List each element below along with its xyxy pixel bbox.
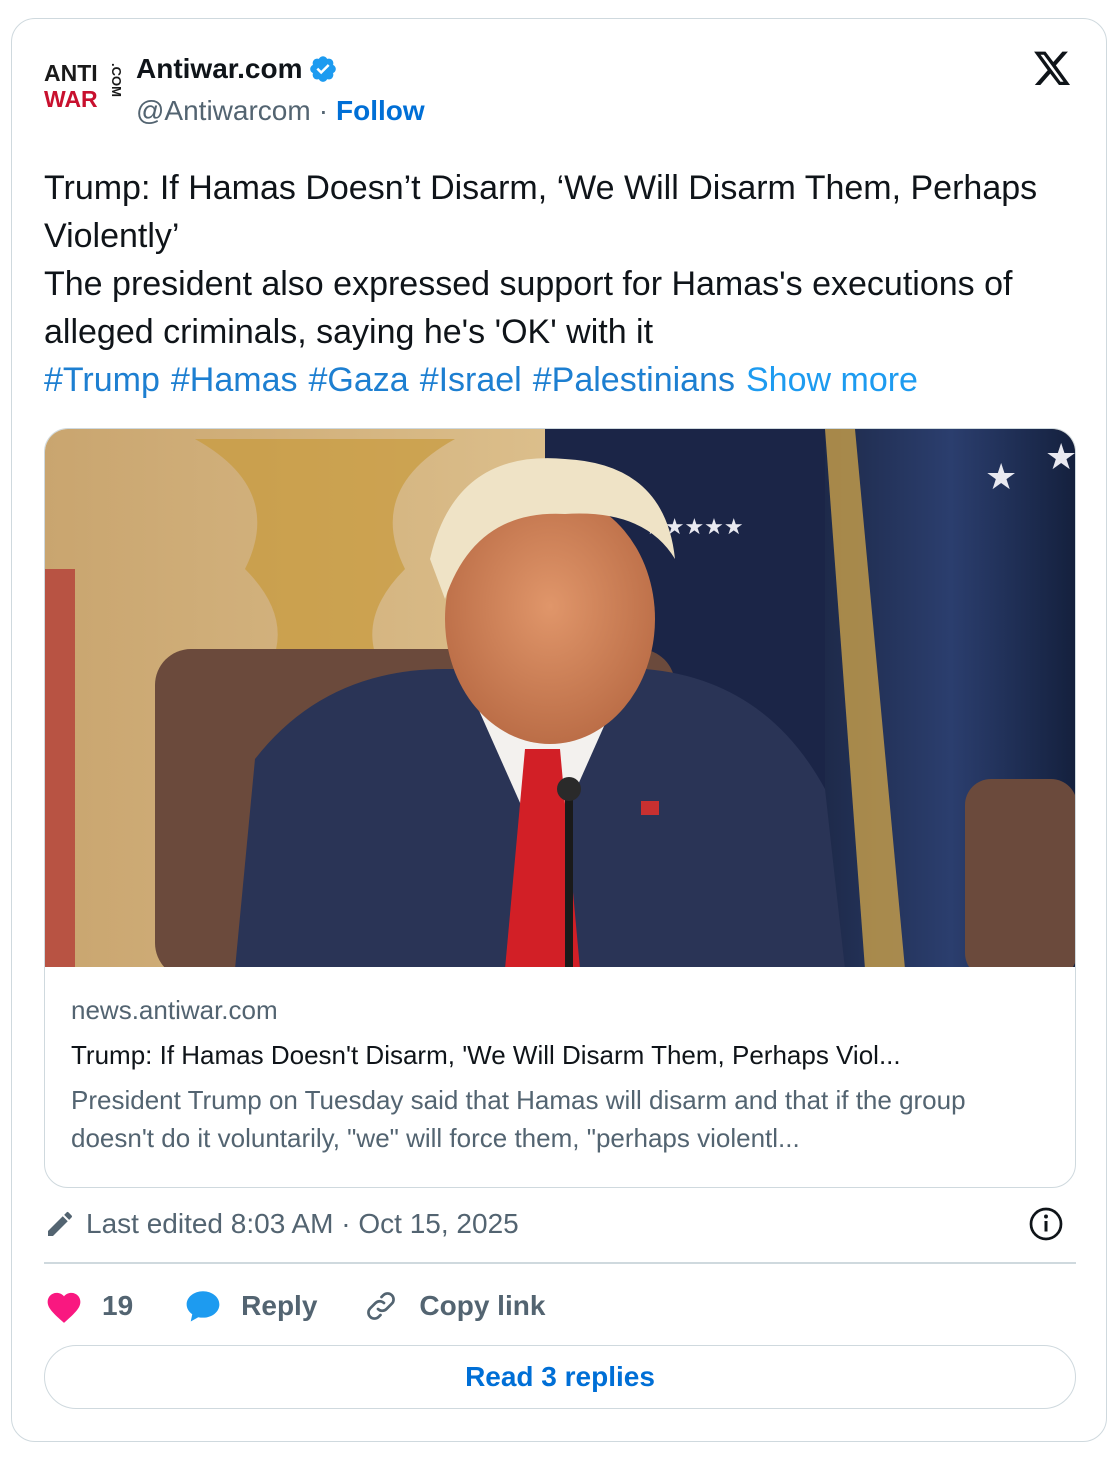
author-name-row: Antiwar.com bbox=[136, 53, 338, 85]
post-actions-bar: 19 Reply Copy link bbox=[44, 1286, 545, 1326]
link-preview-meta: news.antiwar.com Trump: If Hamas Doesn't… bbox=[71, 995, 1051, 1157]
author-handle-row: @Antiwarcom · Follow bbox=[136, 95, 425, 127]
show-more-link[interactable]: Show more bbox=[746, 361, 918, 399]
speech-bubble-icon bbox=[186, 1291, 220, 1322]
pencil-icon bbox=[48, 1211, 73, 1236]
reply-button[interactable]: Reply bbox=[183, 1288, 317, 1324]
logo-anti-text: ANTI bbox=[44, 60, 98, 86]
flag-lapel-pin bbox=[641, 801, 659, 815]
edited-timestamp-row: Last edited 8:03 AM · Oct 15, 2025 bbox=[44, 1204, 1074, 1244]
hashtag-line: #Trump #Hamas #Gaza #Israel #Palestinians Sho… bbox=[44, 356, 1074, 404]
like-button[interactable]: 19 bbox=[44, 1288, 133, 1324]
link-preview-image[interactable]: ★ ★ ★★★★★ bbox=[45, 429, 1076, 967]
info-icon[interactable] bbox=[1028, 1206, 1064, 1242]
antiwar-logo[interactable]: ANTI WAR .COM bbox=[42, 53, 122, 115]
post-body-line: The president also expressed support for… bbox=[44, 265, 1013, 351]
edited-timestamp[interactable]: Last edited 8:03 AM · Oct 15, 2025 bbox=[86, 1208, 519, 1240]
post-text: Trump: If Hamas Doesn’t Disarm, ‘We Will… bbox=[44, 164, 1074, 404]
x-logo-icon[interactable] bbox=[1032, 51, 1072, 89]
logo-com-text: .COM bbox=[109, 63, 122, 97]
logo-war-text: WAR bbox=[44, 86, 98, 112]
link-chain-icon bbox=[367, 1292, 396, 1320]
author-handle[interactable]: @Antiwarcom bbox=[136, 95, 311, 127]
hashtag-israel[interactable]: #Israel bbox=[420, 361, 522, 399]
post-title-line: Trump: If Hamas Doesn’t Disarm, ‘We Will… bbox=[44, 169, 1038, 255]
heart-icon bbox=[47, 1292, 81, 1323]
read-replies-button[interactable]: Read 3 replies bbox=[44, 1345, 1076, 1409]
hashtag-gaza[interactable]: #Gaza bbox=[309, 361, 409, 399]
like-count: 19 bbox=[102, 1290, 134, 1321]
copy-link-button[interactable]: Copy link bbox=[361, 1288, 545, 1324]
svg-text:★: ★ bbox=[985, 456, 1017, 497]
copy-link-label: Copy link bbox=[419, 1290, 546, 1321]
follow-button[interactable]: Follow bbox=[336, 95, 425, 127]
hashtag-palestinians[interactable]: #Palestinians bbox=[533, 361, 735, 399]
hashtag-trump[interactable]: #Trump bbox=[44, 361, 160, 399]
reply-label: Reply bbox=[241, 1290, 318, 1321]
post-header: ANTI WAR .COM Antiwar.com @Antiwarcom · … bbox=[36, 37, 1076, 133]
microphone-head bbox=[557, 777, 581, 801]
left-flag-edge bbox=[45, 569, 75, 967]
link-preview-card[interactable]: ★ ★ ★★★★★ news.antiwar.com Trump: If Ham… bbox=[44, 428, 1076, 1188]
author-name[interactable]: Antiwar.com bbox=[136, 53, 302, 85]
link-domain: news.antiwar.com bbox=[71, 995, 278, 1025]
microphone-stand bbox=[565, 789, 573, 967]
svg-text:★: ★ bbox=[1045, 436, 1076, 477]
link-description: President Trump on Tuesday said that Ham… bbox=[71, 1085, 966, 1153]
link-title: Trump: If Hamas Doesn't Disarm, 'We Will… bbox=[71, 1040, 901, 1070]
verified-badge-icon bbox=[310, 56, 337, 82]
actions-divider bbox=[44, 1262, 1076, 1264]
side-chair bbox=[965, 779, 1075, 967]
handle-separator: · bbox=[318, 95, 329, 126]
hashtag-hamas[interactable]: #Hamas bbox=[171, 361, 298, 399]
